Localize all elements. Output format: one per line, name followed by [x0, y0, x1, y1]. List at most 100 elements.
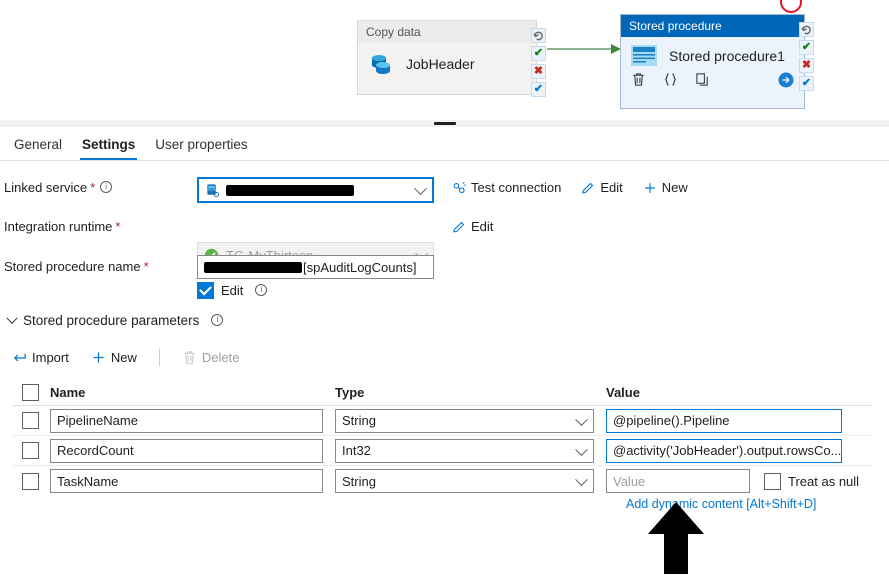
parameter-name-input[interactable]: RecordCount: [50, 438, 323, 463]
stored-procedure-edit-checkbox[interactable]: [197, 282, 214, 299]
linked-service-new-link[interactable]: New: [643, 180, 688, 195]
activity-stored-procedure-name: Stored procedure1: [669, 47, 785, 64]
add-dynamic-content-link[interactable]: Add dynamic content [Alt+Shift+D]: [626, 497, 816, 511]
parameter-type-value: String: [342, 473, 376, 489]
delete-trash-icon[interactable]: [631, 72, 647, 88]
tab-general[interactable]: General: [4, 130, 72, 160]
success-dependency-icon[interactable]: ✔: [531, 46, 546, 61]
parameter-name-input[interactable]: PipelineName: [50, 408, 323, 433]
activity-copy-data[interactable]: Copy data JobHeader: [357, 20, 537, 95]
linked-service-redacted-value: [226, 184, 354, 196]
row-select-checkbox[interactable]: [22, 472, 39, 490]
run-arrow-icon[interactable]: [778, 72, 794, 88]
parameter-type-cell: String: [335, 469, 606, 493]
parameter-value-input[interactable]: @pipeline().Pipeline: [606, 408, 842, 433]
properties-tab-bar[interactable]: General Settings User properties: [0, 130, 889, 161]
completion-dependency-icon[interactable]: ✔: [531, 82, 546, 97]
parameter-type-dropdown[interactable]: Int32: [335, 438, 594, 463]
column-header-name: Name: [50, 385, 86, 400]
activity-stored-procedure-type-label: Stored procedure: [621, 15, 804, 37]
treat-as-null-group[interactable]: Treat as null: [764, 472, 859, 490]
stored-procedure-name-value: [spAuditLogCounts]: [303, 259, 417, 275]
stored-procedure-dependency-chips[interactable]: ✔ ✖ ✔: [799, 22, 814, 91]
stored-procedure-name-input[interactable]: [spAuditLogCounts]: [197, 255, 434, 279]
tab-settings[interactable]: Settings: [72, 130, 145, 160]
plus-new-icon: [643, 181, 657, 195]
linked-service-info-icon[interactable]: i: [100, 180, 113, 193]
clone-copy-icon[interactable]: [695, 72, 711, 88]
linked-service-edit-link[interactable]: Edit: [581, 180, 623, 195]
chevron-down-icon: [575, 442, 588, 456]
row-select-checkbox[interactable]: [22, 442, 39, 459]
table-row: PipelineName String @pipeline().Pipeline: [12, 406, 872, 436]
activity-stored-procedure-body: Stored procedure1: [621, 37, 804, 70]
retry-dependency-icon[interactable]: [799, 22, 814, 37]
stored-procedure-parameters-info-icon[interactable]: i: [211, 313, 224, 326]
parameter-name-input[interactable]: TaskName: [50, 469, 323, 493]
stored-procedure-name-label: Stored procedure name: [4, 259, 141, 274]
table-row: TaskName String Value Treat as null: [12, 466, 872, 496]
linked-service-actions[interactable]: Test connection Edit New: [452, 180, 688, 195]
failure-dependency-icon[interactable]: ✖: [799, 58, 814, 73]
parameter-value-input[interactable]: Value: [606, 469, 750, 493]
select-all-cell[interactable]: [12, 384, 50, 401]
parameter-value-placeholder: Value: [613, 473, 646, 489]
pipeline-canvas[interactable]: Copy data JobHeader ✔ ✖ ✔ Stored procedu…: [0, 0, 889, 122]
stored-procedure-edit-info-icon[interactable]: i: [255, 283, 268, 296]
completion-dependency-icon[interactable]: ✔: [799, 76, 814, 91]
new-parameter-button[interactable]: New: [91, 350, 137, 365]
panel-splitter-handle[interactable]: [0, 120, 889, 127]
parameter-value-cell: @pipeline().Pipeline: [606, 408, 872, 433]
pencil-edit-icon: [581, 181, 595, 195]
code-braces-icon[interactable]: [663, 72, 679, 88]
integration-runtime-actions[interactable]: Edit: [452, 219, 493, 234]
linked-service-edit-label: Edit: [600, 180, 623, 195]
import-parameters-label: Import: [32, 349, 69, 365]
stored-procedure-schema-redacted: [204, 261, 302, 273]
delete-parameter-label: Delete: [201, 349, 240, 365]
stored-procedure-name-label-group: Stored procedure name *: [4, 259, 149, 274]
tab-user-properties[interactable]: User properties: [145, 130, 257, 160]
column-header-type: Type: [335, 385, 365, 400]
new-parameter-label: New: [110, 349, 137, 365]
row-select-cell[interactable]: [12, 472, 50, 490]
parameter-value-input[interactable]: @activity('JobHeader').output.rowsCo...: [606, 438, 842, 463]
integration-runtime-required-mark: *: [115, 219, 121, 234]
parameter-name-cell: RecordCount: [50, 438, 335, 463]
parameter-name-cell: PipelineName: [50, 408, 335, 433]
retry-dependency-icon[interactable]: [531, 28, 546, 43]
parameter-type-dropdown[interactable]: String: [335, 408, 594, 433]
linked-service-label-group: Linked service * i: [4, 180, 113, 195]
activity-copy-data-body: JobHeader: [358, 43, 536, 81]
select-all-checkbox[interactable]: [22, 384, 39, 401]
success-dependency-icon[interactable]: ✔: [799, 40, 814, 55]
linked-service-required-mark: *: [90, 180, 96, 195]
parameter-value-cell: Value Treat as null: [606, 469, 872, 493]
integration-runtime-label: Integration runtime: [4, 219, 113, 234]
copy-data-dependency-chips[interactable]: ✔ ✖ ✔: [531, 28, 546, 97]
row-select-checkbox[interactable]: [22, 412, 39, 429]
stored-procedure-parameters-section-header[interactable]: Stored procedure parameters i: [6, 312, 224, 328]
treat-as-null-checkbox[interactable]: [764, 472, 781, 490]
linked-service-combobox[interactable]: sql: [197, 177, 434, 203]
chevron-down-icon: [414, 182, 427, 196]
black-arrow-annotation: [648, 502, 704, 574]
activity-copy-data-name: JobHeader: [406, 56, 475, 72]
test-connection-link[interactable]: Test connection: [452, 180, 561, 195]
parameters-table: Name Type Value PipelineName String @pip…: [12, 380, 872, 496]
row-select-cell[interactable]: [12, 442, 50, 459]
activity-stored-procedure-actions[interactable]: [621, 70, 804, 94]
import-parameters-button[interactable]: Import: [12, 350, 69, 365]
column-header-value: Value: [606, 385, 640, 400]
integration-runtime-edit-link[interactable]: Edit: [452, 219, 493, 234]
parameter-type-dropdown[interactable]: String: [335, 469, 594, 493]
red-circle-annotation: [780, 0, 802, 13]
parameters-toolbar[interactable]: Import New Delete: [12, 348, 239, 366]
failure-dependency-icon[interactable]: ✖: [531, 64, 546, 79]
activity-stored-procedure[interactable]: Stored procedure Stored procedure1: [620, 14, 805, 109]
linked-service-label: Linked service: [4, 180, 88, 195]
stored-procedure-edit-group[interactable]: Edit i: [197, 282, 268, 299]
pencil-edit-icon: [452, 220, 466, 234]
app-root: Copy data JobHeader ✔ ✖ ✔ Stored procedu…: [0, 0, 889, 579]
row-select-cell[interactable]: [12, 412, 50, 429]
